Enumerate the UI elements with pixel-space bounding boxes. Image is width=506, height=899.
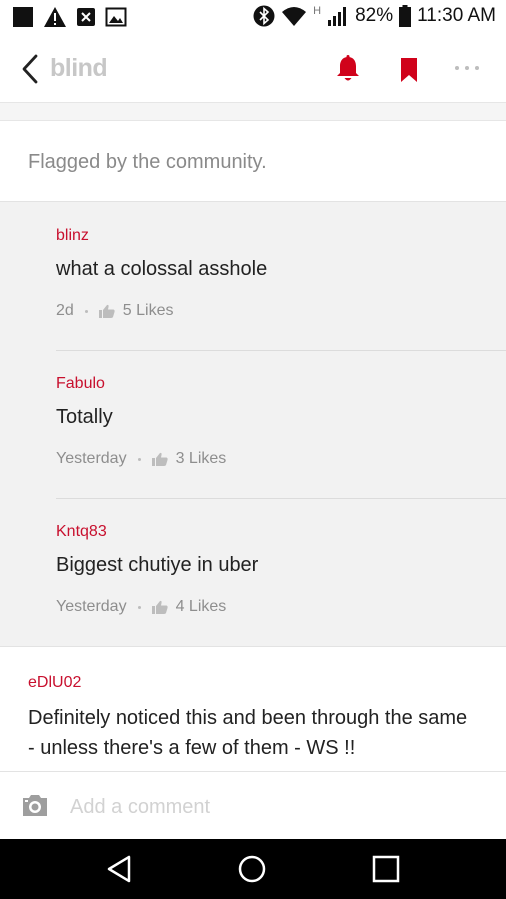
wifi-icon (282, 7, 307, 26)
reply-meta: Yesterday 3 Likes (56, 450, 226, 468)
network-type-label: H (313, 5, 322, 17)
reply-text: Totally (56, 406, 113, 428)
flagged-notice: Flagged by the community. (28, 151, 267, 173)
nav-back-icon[interactable] (105, 854, 133, 884)
camera-icon[interactable] (20, 792, 50, 818)
back-chevron-icon[interactable] (16, 52, 44, 86)
comment-input[interactable] (68, 786, 492, 828)
nav-home-icon[interactable] (237, 854, 267, 884)
status-bar: H 82% 11:30 AM (0, 0, 506, 36)
meta-separator (137, 457, 141, 461)
close-box-icon (77, 8, 95, 26)
status-system: H 82% 11:30 AM (253, 4, 496, 28)
reply-likes[interactable]: 5 Likes (123, 302, 174, 320)
warning-icon (44, 7, 66, 27)
reply-time: Yesterday (56, 450, 127, 467)
meta-separator (137, 605, 141, 609)
reply-likes[interactable]: 3 Likes (176, 450, 227, 468)
section-gap (0, 103, 506, 120)
clock: 11:30 AM (417, 5, 496, 26)
reply-text: Biggest chutiye in uber (56, 554, 259, 576)
reply-item: blinz what a colossal asshole 2d 5 Likes (56, 202, 506, 350)
reply-text: what a colossal asshole (56, 258, 268, 280)
reply-time: 2d (56, 302, 74, 319)
status-notifications (12, 6, 127, 28)
comment-item: eDlU02 Definitely noticed this and been … (0, 647, 506, 770)
reply-item: Kntq83 Biggest chutiye in uber Yesterday… (56, 498, 506, 646)
meta-separator (84, 309, 88, 313)
like-icon[interactable] (98, 304, 115, 318)
system-nav-bar (0, 839, 506, 899)
battery-percent: 82% (355, 5, 394, 26)
comment-composer (0, 771, 506, 840)
reply-author[interactable]: blinz (56, 227, 89, 245)
reply-author[interactable]: Fabulo (56, 375, 105, 393)
replies-thread: blinz what a colossal asshole 2d 5 Likes… (0, 202, 506, 647)
square-icon (13, 7, 33, 27)
comment-text: Definitely noticed this and been through… (28, 707, 468, 759)
image-icon (105, 7, 127, 27)
more-dots-icon[interactable] (452, 58, 482, 78)
reply-meta: Yesterday 4 Likes (56, 598, 226, 616)
app-header: blind (0, 36, 506, 102)
reply-likes[interactable]: 4 Likes (176, 598, 227, 616)
nav-recent-icon[interactable] (371, 854, 401, 884)
battery-icon (399, 5, 412, 27)
reply-meta: 2d 5 Likes (56, 302, 174, 320)
bookmark-icon[interactable] (398, 56, 420, 84)
like-icon[interactable] (151, 600, 168, 614)
signal-icon (328, 7, 347, 26)
bell-icon[interactable] (334, 54, 362, 84)
like-icon[interactable] (151, 452, 168, 466)
reply-time: Yesterday (56, 598, 127, 615)
bluetooth-icon (253, 5, 275, 27)
brand-logo[interactable]: blind (50, 54, 108, 83)
flagged-banner: Flagged by the community. (0, 121, 506, 202)
reply-author[interactable]: Kntq83 (56, 523, 107, 541)
comment-author[interactable]: eDlU02 (28, 674, 81, 692)
reply-item: Fabulo Totally Yesterday 3 Likes (56, 350, 506, 498)
